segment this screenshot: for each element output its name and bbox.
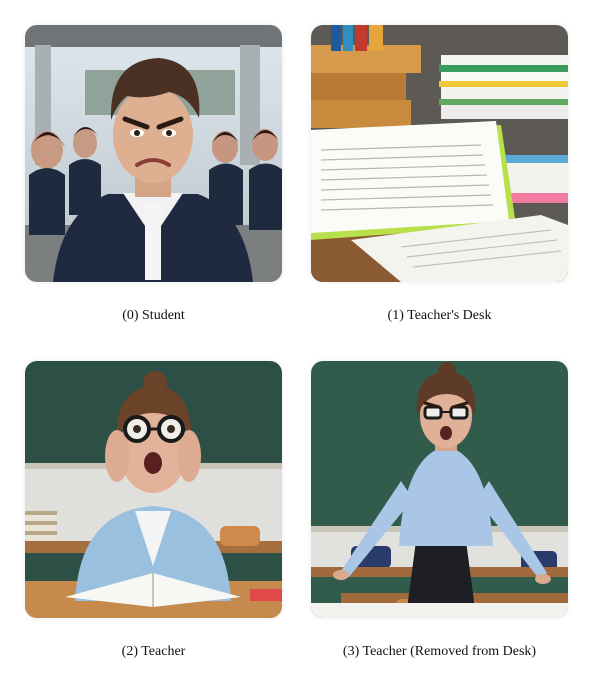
panel-1-image: [311, 25, 568, 282]
panel-0-image: [25, 25, 282, 282]
panel-2-caption: (2) Teacher: [121, 644, 186, 659]
panel-2-image: [25, 361, 282, 618]
panel-3-image: [311, 361, 568, 618]
panel-0-caption: (0) Student: [122, 308, 185, 323]
panel-3-caption: (3) Teacher (Removed from Desk): [342, 644, 537, 659]
panel-1-caption: (1) Teacher's Desk: [387, 308, 492, 323]
